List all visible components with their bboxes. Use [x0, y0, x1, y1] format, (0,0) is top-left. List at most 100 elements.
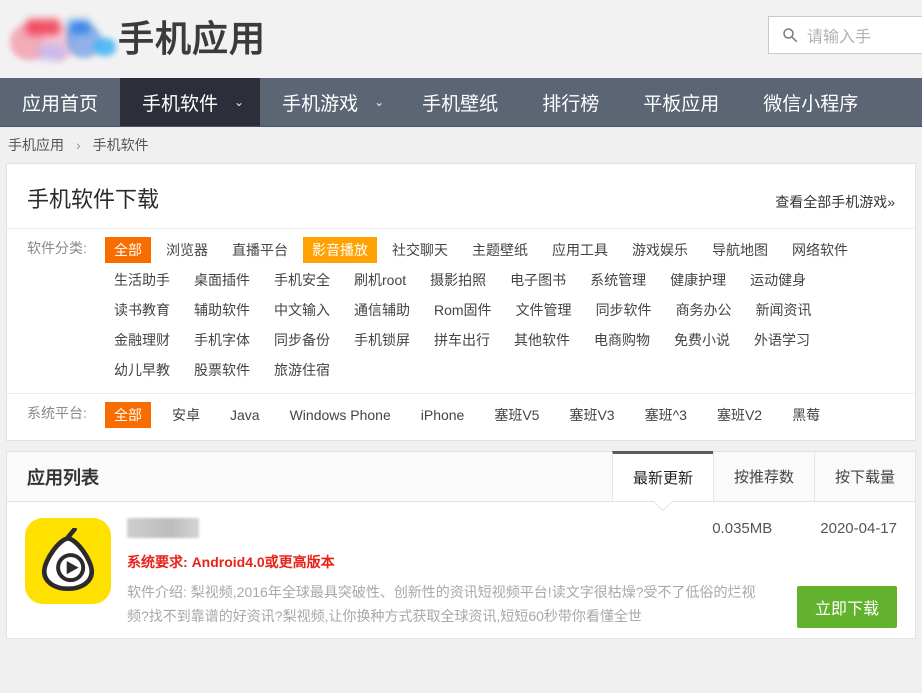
category-chip-10[interactable]: 生活助手: [105, 267, 179, 293]
category-filter-row: 软件分类: 全部浏览器直播平台影音播放社交聊天主题壁纸应用工具游戏娱乐导航地图网…: [7, 228, 915, 393]
sort-tab-label: 最新更新: [633, 467, 693, 488]
page-title: 手机软件下载: [27, 182, 159, 214]
category-chip-13[interactable]: 刷机root: [345, 267, 415, 293]
category-chip-33[interactable]: 其他软件: [505, 327, 579, 353]
sort-tab-recommend[interactable]: 按推荐数: [713, 452, 814, 501]
category-chip-21[interactable]: 中文输入: [265, 297, 339, 323]
category-chip-16[interactable]: 系统管理: [581, 267, 655, 293]
nav-label: 手机游戏: [282, 89, 358, 116]
category-chip-9[interactable]: 网络软件: [783, 237, 857, 263]
nav-item-4[interactable]: 排行榜: [520, 78, 621, 126]
platform-chip-4[interactable]: iPhone: [412, 402, 474, 428]
category-chip-35[interactable]: 免费小说: [665, 327, 739, 353]
chevron-down-icon: ⌄: [374, 95, 384, 109]
category-chip-26[interactable]: 商务办公: [667, 297, 741, 323]
category-chip-36[interactable]: 外语学习: [745, 327, 819, 353]
nav-label: 手机壁纸: [422, 89, 498, 116]
category-chip-24[interactable]: 文件管理: [507, 297, 581, 323]
nav-item-6[interactable]: 微信小程序: [741, 78, 880, 126]
platform-chip-0[interactable]: 全部: [105, 402, 151, 428]
main-nav: 应用首页 手机软件 ⌄ 手机游戏 ⌄ 手机壁纸 排行榜 平板应用 微信小程序: [0, 78, 922, 127]
category-chip-1[interactable]: 浏览器: [157, 237, 217, 263]
search-input[interactable]: 请输入手: [807, 23, 871, 47]
nav-label: 排行榜: [542, 89, 599, 116]
category-chip-39[interactable]: 旅游住宿: [265, 357, 339, 383]
category-chip-0[interactable]: 全部: [105, 237, 151, 263]
category-chip-31[interactable]: 手机锁屏: [345, 327, 419, 353]
view-all-link[interactable]: 查看全部手机游戏»: [775, 182, 895, 212]
breadcrumb-item-0[interactable]: 手机应用: [8, 135, 64, 155]
category-chip-8[interactable]: 导航地图: [703, 237, 777, 263]
nav-item-5[interactable]: 平板应用: [621, 78, 741, 126]
category-chip-4[interactable]: 社交聊天: [383, 237, 457, 263]
category-chip-17[interactable]: 健康护理: [661, 267, 735, 293]
sort-tab-label: 按推荐数: [734, 466, 794, 487]
category-chip-23[interactable]: Rom固件: [425, 297, 501, 323]
download-button[interactable]: 立即下载: [797, 586, 897, 628]
nav-label: 平板应用: [643, 89, 719, 116]
category-chip-3[interactable]: 影音播放: [303, 237, 377, 263]
platform-filter-label: 系统平台:: [27, 394, 105, 420]
category-chip-27[interactable]: 新闻资讯: [747, 297, 821, 323]
site-header: 手机应用 请输入手: [0, 0, 922, 78]
platform-chip-1[interactable]: 安卓: [163, 402, 209, 428]
sort-tab-downloads[interactable]: 按下载量: [814, 452, 915, 501]
breadcrumb-separator: ›: [76, 137, 81, 153]
category-chip-22[interactable]: 通信辅助: [345, 297, 419, 323]
category-chip-37[interactable]: 幼儿早教: [105, 357, 179, 383]
breadcrumb: 手机应用 › 手机软件: [0, 127, 922, 163]
nav-label: 手机软件: [142, 89, 218, 116]
app-date: 2020-04-17: [820, 520, 897, 537]
platform-filter-row: 系统平台: 全部安卓 Java Windows Phone iPhone 塞班V5 塞班V…: [7, 393, 915, 440]
chevron-down-icon: ⌄: [234, 95, 244, 109]
sort-tabs: 最新更新 按推荐数 按下载量: [612, 452, 915, 501]
category-chip-15[interactable]: 电子图书: [501, 267, 575, 293]
platform-chip-6[interactable]: 塞班V3: [560, 402, 623, 428]
app-requirement: 系统要求: Android4.0或更高版本: [127, 552, 897, 572]
category-chip-30[interactable]: 同步备份: [265, 327, 339, 353]
platform-chip-7[interactable]: 塞班^3: [636, 402, 696, 428]
category-chip-32[interactable]: 拼车出行: [425, 327, 499, 353]
nav-item-2[interactable]: 手机游戏 ⌄: [260, 78, 400, 126]
app-list-box: 应用列表 最新更新 按推荐数 按下载量: [6, 451, 916, 639]
category-chip-20[interactable]: 辅助软件: [185, 297, 259, 323]
category-chip-14[interactable]: 摄影拍照: [421, 267, 495, 293]
nav-item-3[interactable]: 手机壁纸: [400, 78, 520, 126]
platform-chip-8[interactable]: 塞班V2: [708, 402, 771, 428]
category-chip-38[interactable]: 股票软件: [185, 357, 259, 383]
category-chip-25[interactable]: 同步软件: [587, 297, 661, 323]
app-list-header: 应用列表 最新更新 按推荐数 按下载量: [7, 452, 915, 502]
category-chip-28[interactable]: 金融理财: [105, 327, 179, 353]
app-description: 软件介绍: 梨视频,2016年全球最具突破性、创新性的资讯短视频平台!读文字很枯…: [127, 580, 773, 628]
category-chip-11[interactable]: 桌面插件: [185, 267, 259, 293]
platform-chip-9[interactable]: 黑莓: [783, 402, 829, 428]
pear-video-app-icon[interactable]: [25, 518, 111, 604]
category-chip-18[interactable]: 运动健身: [741, 267, 815, 293]
app-meta: 0.035MB 2020-04-17: [712, 520, 897, 537]
platform-chip-2[interactable]: Java: [221, 402, 269, 428]
category-chip-7[interactable]: 游戏娱乐: [623, 237, 697, 263]
app-list-title: 应用列表: [7, 452, 99, 501]
category-chip-29[interactable]: 手机字体: [185, 327, 259, 353]
platform-chip-5[interactable]: 塞班V5: [485, 402, 548, 428]
nav-item-1[interactable]: 手机软件 ⌄: [120, 78, 260, 126]
breadcrumb-item-1[interactable]: 手机软件: [93, 135, 149, 155]
search-box[interactable]: 请输入手: [768, 16, 922, 54]
nav-label: 微信小程序: [763, 89, 858, 116]
category-chip-19[interactable]: 读书教育: [105, 297, 179, 323]
filter-panel: 手机软件下载 查看全部手机游戏» 软件分类: 全部浏览器直播平台影音播放社交聊天…: [6, 163, 916, 441]
platform-chip-list: 全部安卓 Java Windows Phone iPhone 塞班V5 塞班V3 塞班^3 塞…: [105, 394, 895, 440]
category-chip-5[interactable]: 主题壁纸: [463, 237, 537, 263]
category-chip-2[interactable]: 直播平台: [223, 237, 297, 263]
app-list-item[interactable]: 0.035MB 2020-04-17 系统要求: Android4.0或更高版本…: [7, 502, 915, 638]
category-chip-6[interactable]: 应用工具: [543, 237, 617, 263]
category-chip-34[interactable]: 电商购物: [585, 327, 659, 353]
search-icon: [781, 26, 799, 44]
panel-header: 手机软件下载 查看全部手机游戏»: [7, 164, 915, 228]
logo[interactable]: 手机应用: [0, 16, 266, 62]
sort-tab-latest[interactable]: 最新更新: [612, 451, 713, 501]
nav-item-0[interactable]: 应用首页: [0, 78, 120, 126]
platform-chip-3[interactable]: Windows Phone: [281, 402, 400, 428]
category-chip-12[interactable]: 手机安全: [265, 267, 339, 293]
app-meta-line: 0.035MB 2020-04-17: [127, 518, 897, 538]
